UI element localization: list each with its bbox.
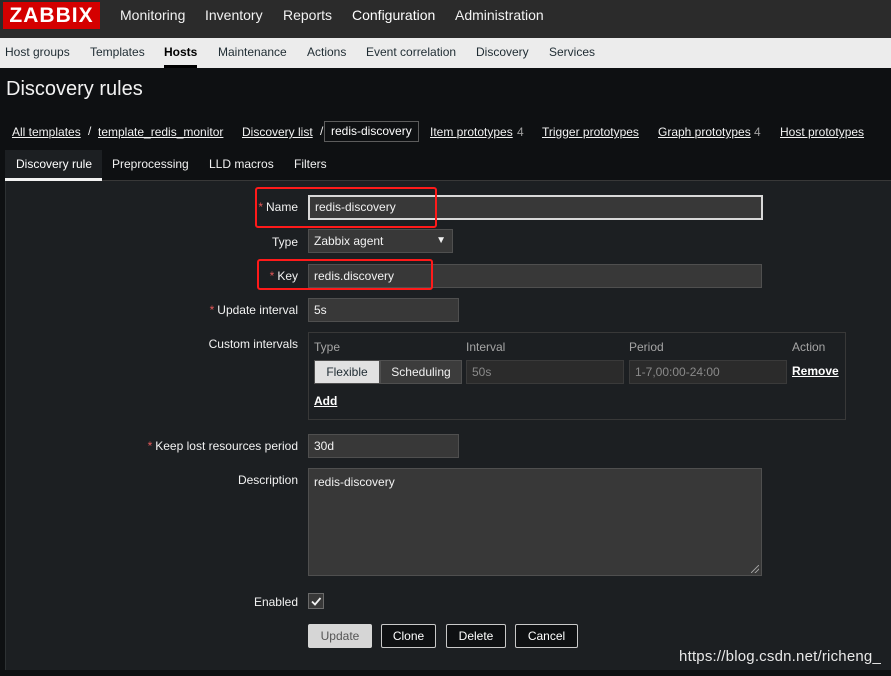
crumb-all-templates[interactable]: All templates [12,125,81,139]
type-label: Type [271,235,298,249]
ci-remove-link[interactable]: Remove [792,364,839,378]
name-input[interactable]: redis-discovery [308,195,763,220]
update-button[interactable]: Update [308,624,372,648]
nav-administration[interactable]: Administration [455,0,544,31]
custom-intervals-table: Type Interval Period Action Flexible Sch… [308,332,846,420]
crumb-template[interactable]: template_redis_monitor [98,125,223,139]
subnav-hosts[interactable]: Hosts [164,38,198,68]
zabbix-logo[interactable]: ZABBIX [3,2,100,29]
description-label: Description [237,473,298,487]
crumb-graph-prototypes[interactable]: Graph prototypes [658,125,751,139]
breadcrumb: All templates / template_redis_monitor D… [0,116,891,146]
crumb-current-rule[interactable]: redis-discovery [324,121,419,142]
crumb-separator: / [88,124,92,138]
subnav-event-correlation[interactable]: Event correlation [366,38,456,68]
ci-add-link[interactable]: Add [314,394,337,408]
form-tabs: Discovery rule Preprocessing LLD macros … [5,150,891,181]
ci-col-interval: Interval [466,340,506,354]
crumb-discovery-list[interactable]: Discovery list [242,125,313,139]
checkmark-icon [311,597,322,606]
chevron-down-icon: ▼ [436,235,446,246]
type-select-value: Zabbix agent [314,234,384,248]
keep-lost-label: * Keep lost resources period [147,439,298,453]
required-mark: * [258,200,263,214]
item-prototypes-count: 4 [517,125,524,139]
nav-reports[interactable]: Reports [283,0,332,31]
ci-col-action: Action [792,340,826,354]
required-mark: * [269,269,275,283]
custom-intervals-label: Custom intervals [208,337,298,351]
name-label: * Name [258,200,298,214]
keep-lost-input[interactable]: 30d [308,434,459,458]
required-mark: * [147,439,153,453]
subnav-templates[interactable]: Templates [90,38,145,68]
ci-col-type: Type [314,340,341,354]
subnav-host-groups[interactable]: Host groups [5,38,70,68]
resize-grip-icon[interactable] [751,565,759,573]
key-input[interactable]: redis.discovery [308,264,762,288]
clone-button[interactable]: Clone [381,624,436,648]
sub-nav-bar: Host groups Templates Hosts Maintenance … [0,38,891,68]
flexible-toggle[interactable]: Flexible [314,360,380,384]
crumb-trigger-prototypes[interactable]: Trigger prototypes [542,125,639,139]
tab-lld-macros[interactable]: LLD macros [209,150,274,181]
subnav-actions[interactable]: Actions [307,38,346,68]
nav-inventory[interactable]: Inventory [205,0,263,31]
key-label: * Key [269,269,298,283]
watermark-text: https://blog.csdn.net/richeng_ [679,648,881,665]
tab-preprocessing[interactable]: Preprocessing [112,150,189,181]
subnav-discovery[interactable]: Discovery [476,38,529,68]
nav-configuration[interactable]: Configuration [352,0,435,31]
cancel-button[interactable]: Cancel [515,624,578,648]
ci-col-period: Period [629,340,664,354]
graph-prototypes-count: 4 [754,125,761,139]
subnav-services[interactable]: Services [549,38,595,68]
crumb-item-prototypes[interactable]: Item prototypes [430,125,513,139]
tab-filters[interactable]: Filters [294,150,327,181]
delete-button[interactable]: Delete [446,624,506,648]
ci-interval-input[interactable]: 50s [466,360,624,384]
ci-period-input[interactable]: 1-7,00:00-24:00 [629,360,787,384]
top-bar: ZABBIX Monitoring Inventory Reports Conf… [0,0,891,38]
page-title: Discovery rules [6,78,143,100]
update-interval-input[interactable]: 5s [308,298,459,322]
scheduling-toggle[interactable]: Scheduling [380,360,462,384]
required-mark: * [209,303,215,317]
discovery-rule-form: * Name redis-discovery Type Zabbix agent … [5,181,891,670]
enabled-label: Enabled [253,595,298,609]
update-interval-label: * Update interval [209,303,298,317]
subnav-maintenance[interactable]: Maintenance [218,38,287,68]
type-select[interactable]: Zabbix agent ▼ [308,229,453,253]
crumb-host-prototypes[interactable]: Host prototypes [780,125,864,139]
description-textarea[interactable] [308,468,762,576]
tab-discovery-rule[interactable]: Discovery rule [5,150,102,181]
crumb-separator: / [320,124,324,138]
enabled-checkbox[interactable] [308,593,324,609]
nav-monitoring[interactable]: Monitoring [120,0,185,31]
